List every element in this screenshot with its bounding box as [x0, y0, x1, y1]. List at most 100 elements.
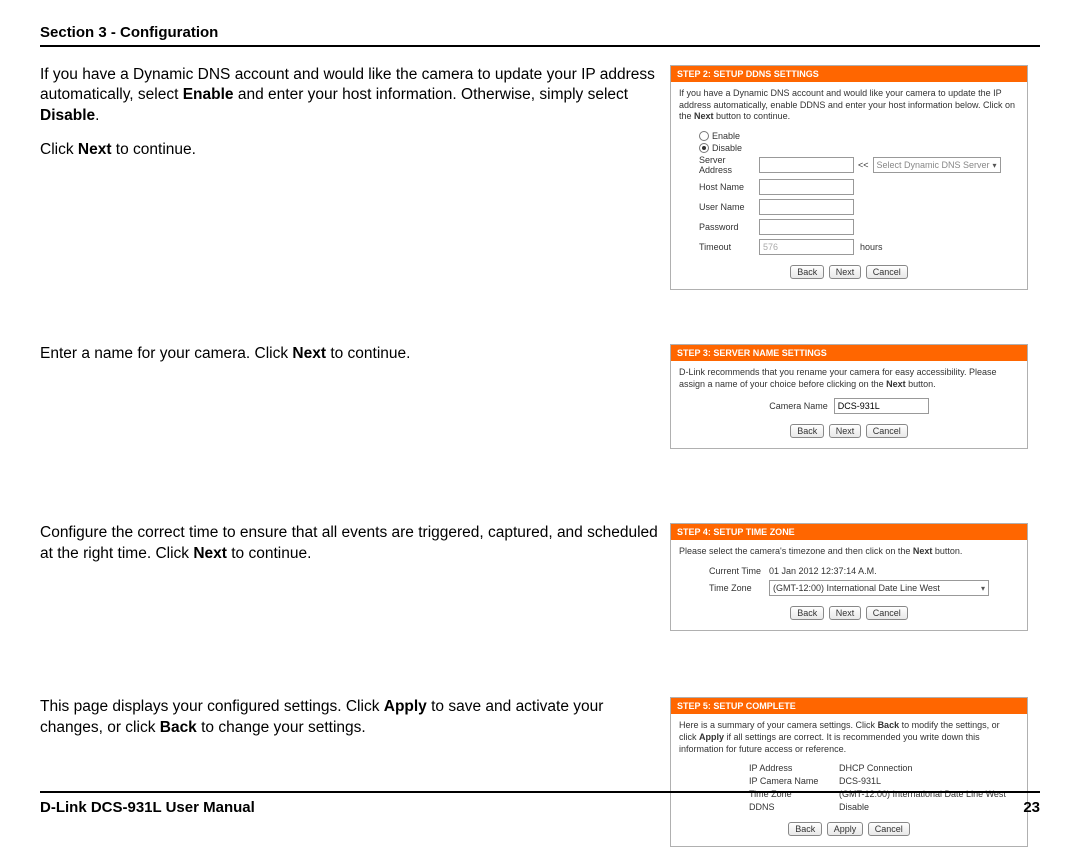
- current-time-value: 01 Jan 2012 12:37:14 A.M.: [769, 566, 877, 576]
- step4-panel: STEP 4: SETUP TIME ZONE Please select th…: [670, 523, 1028, 631]
- text-apply: Apply: [699, 732, 724, 742]
- footer-page-number: 23: [1023, 799, 1040, 816]
- text: D-Link recommends that you rename your c…: [679, 367, 996, 389]
- text-back: Back: [160, 719, 197, 736]
- label-time-zone: Time Zone: [679, 583, 769, 593]
- step2-instructions: If you have a Dynamic DNS account and wo…: [40, 65, 670, 175]
- next-button[interactable]: Next: [829, 606, 862, 620]
- step4-panel-title: STEP 4: SETUP TIME ZONE: [671, 524, 1027, 540]
- select-placeholder: Select Dynamic DNS Server: [877, 160, 990, 170]
- cancel-button[interactable]: Cancel: [866, 265, 908, 279]
- text: button.: [932, 546, 962, 556]
- radio-icon: [699, 143, 709, 153]
- step4-row: Configure the correct time to ensure tha…: [40, 523, 1040, 631]
- step3-panel-title: STEP 3: SERVER NAME SETTINGS: [671, 345, 1027, 361]
- text-next: Next: [78, 141, 112, 158]
- summary-camera-name: IP Camera Name DCS-931L: [679, 776, 1019, 786]
- cancel-button[interactable]: Cancel: [866, 606, 908, 620]
- dns-server-select[interactable]: Select Dynamic DNS Server ▾: [873, 157, 1001, 173]
- step5-panel-desc: Here is a summary of your camera setting…: [679, 720, 1019, 755]
- chevron-down-icon: ▾: [993, 161, 997, 170]
- step4-panel-desc: Please select the camera's timezone and …: [679, 546, 1019, 558]
- back-button[interactable]: Back: [788, 822, 822, 836]
- step2-panel: STEP 2: SETUP DDNS SETTINGS If you have …: [670, 65, 1028, 290]
- step5-panel-title: STEP 5: SETUP COMPLETE: [671, 698, 1027, 714]
- summary-key: IP Address: [749, 763, 839, 773]
- select-value: (GMT-12:00) International Date Line West: [773, 583, 940, 593]
- text-next: Next: [913, 546, 933, 556]
- label-camera-name: Camera Name: [769, 401, 828, 411]
- step5-row: This page displays your configured setti…: [40, 697, 1040, 847]
- step3-instructions: Enter a name for your camera. Click Next…: [40, 344, 670, 378]
- text: if all settings are correct. It is recom…: [679, 732, 980, 754]
- text-next: Next: [886, 379, 906, 389]
- summary-value: DHCP Connection: [839, 763, 912, 773]
- step2-panel-desc: If you have a Dynamic DNS account and wo…: [679, 88, 1019, 123]
- text: Enter a name for your camera. Click: [40, 345, 292, 362]
- text: and enter your host information. Otherwi…: [234, 86, 629, 103]
- text: Please select the camera's timezone and …: [679, 546, 913, 556]
- radio-label: Enable: [712, 131, 740, 141]
- text: Configure the correct time to ensure tha…: [40, 524, 658, 561]
- text: Click: [40, 141, 78, 158]
- summary-value: DCS-931L: [839, 776, 881, 786]
- camera-name-input[interactable]: [834, 398, 929, 414]
- step4-instructions: Configure the correct time to ensure tha…: [40, 523, 670, 578]
- summary-key: IP Camera Name: [749, 776, 839, 786]
- text: to continue.: [326, 345, 410, 362]
- timeout-input[interactable]: [759, 239, 854, 255]
- text: This page displays your configured setti…: [40, 698, 384, 715]
- cancel-button[interactable]: Cancel: [868, 822, 910, 836]
- label-host-name: Host Name: [679, 182, 759, 192]
- user-name-input[interactable]: [759, 199, 854, 215]
- text-apply: Apply: [384, 698, 427, 715]
- radio-enable[interactable]: Enable: [679, 131, 1019, 141]
- next-button[interactable]: Next: [829, 265, 862, 279]
- next-button[interactable]: Next: [829, 424, 862, 438]
- step3-panel: STEP 3: SERVER NAME SETTINGS D-Link reco…: [670, 344, 1028, 449]
- radio-label: Disable: [712, 143, 742, 153]
- cancel-button[interactable]: Cancel: [866, 424, 908, 438]
- password-input[interactable]: [759, 219, 854, 235]
- section-header: Section 3 - Configuration: [40, 24, 1040, 47]
- step5-instructions: This page displays your configured setti…: [40, 697, 670, 752]
- step5-panel: STEP 5: SETUP COMPLETE Here is a summary…: [670, 697, 1028, 847]
- label-user-name: User Name: [679, 202, 759, 212]
- text: .: [95, 107, 99, 124]
- text-next: Next: [694, 111, 714, 121]
- chevron-down-icon: ▾: [981, 584, 985, 593]
- timezone-select[interactable]: (GMT-12:00) International Date Line West…: [769, 580, 989, 596]
- radio-disable[interactable]: Disable: [679, 143, 1019, 153]
- text-next: Next: [193, 545, 227, 562]
- label-timeout: Timeout: [679, 242, 759, 252]
- text: to continue.: [227, 545, 311, 562]
- text: button to continue.: [714, 111, 791, 121]
- text-back: Back: [878, 720, 900, 730]
- server-address-input[interactable]: [759, 157, 854, 173]
- text-enable: Enable: [183, 86, 234, 103]
- text: Here is a summary of your camera setting…: [679, 720, 878, 730]
- radio-icon: [699, 131, 709, 141]
- text: to continue.: [112, 141, 196, 158]
- footer-left: D-Link DCS-931L User Manual: [40, 799, 255, 816]
- text: to change your settings.: [197, 719, 366, 736]
- step2-panel-title: STEP 2: SETUP DDNS SETTINGS: [671, 66, 1027, 82]
- step3-row: Enter a name for your camera. Click Next…: [40, 344, 1040, 449]
- back-button[interactable]: Back: [790, 265, 824, 279]
- chevron-left-icon: <<: [858, 160, 869, 170]
- timeout-unit: hours: [860, 242, 883, 252]
- step3-panel-desc: D-Link recommends that you rename your c…: [679, 367, 1019, 390]
- host-name-input[interactable]: [759, 179, 854, 195]
- apply-button[interactable]: Apply: [827, 822, 864, 836]
- label-password: Password: [679, 222, 759, 232]
- page-footer: D-Link DCS-931L User Manual 23: [40, 791, 1040, 816]
- summary-ip: IP Address DHCP Connection: [679, 763, 1019, 773]
- label-current-time: Current Time: [679, 566, 769, 576]
- back-button[interactable]: Back: [790, 424, 824, 438]
- text-disable: Disable: [40, 107, 95, 124]
- label-server-address: Server Address: [679, 155, 759, 175]
- text: button.: [906, 379, 936, 389]
- back-button[interactable]: Back: [790, 606, 824, 620]
- text-next: Next: [292, 345, 326, 362]
- step2-row: If you have a Dynamic DNS account and wo…: [40, 65, 1040, 290]
